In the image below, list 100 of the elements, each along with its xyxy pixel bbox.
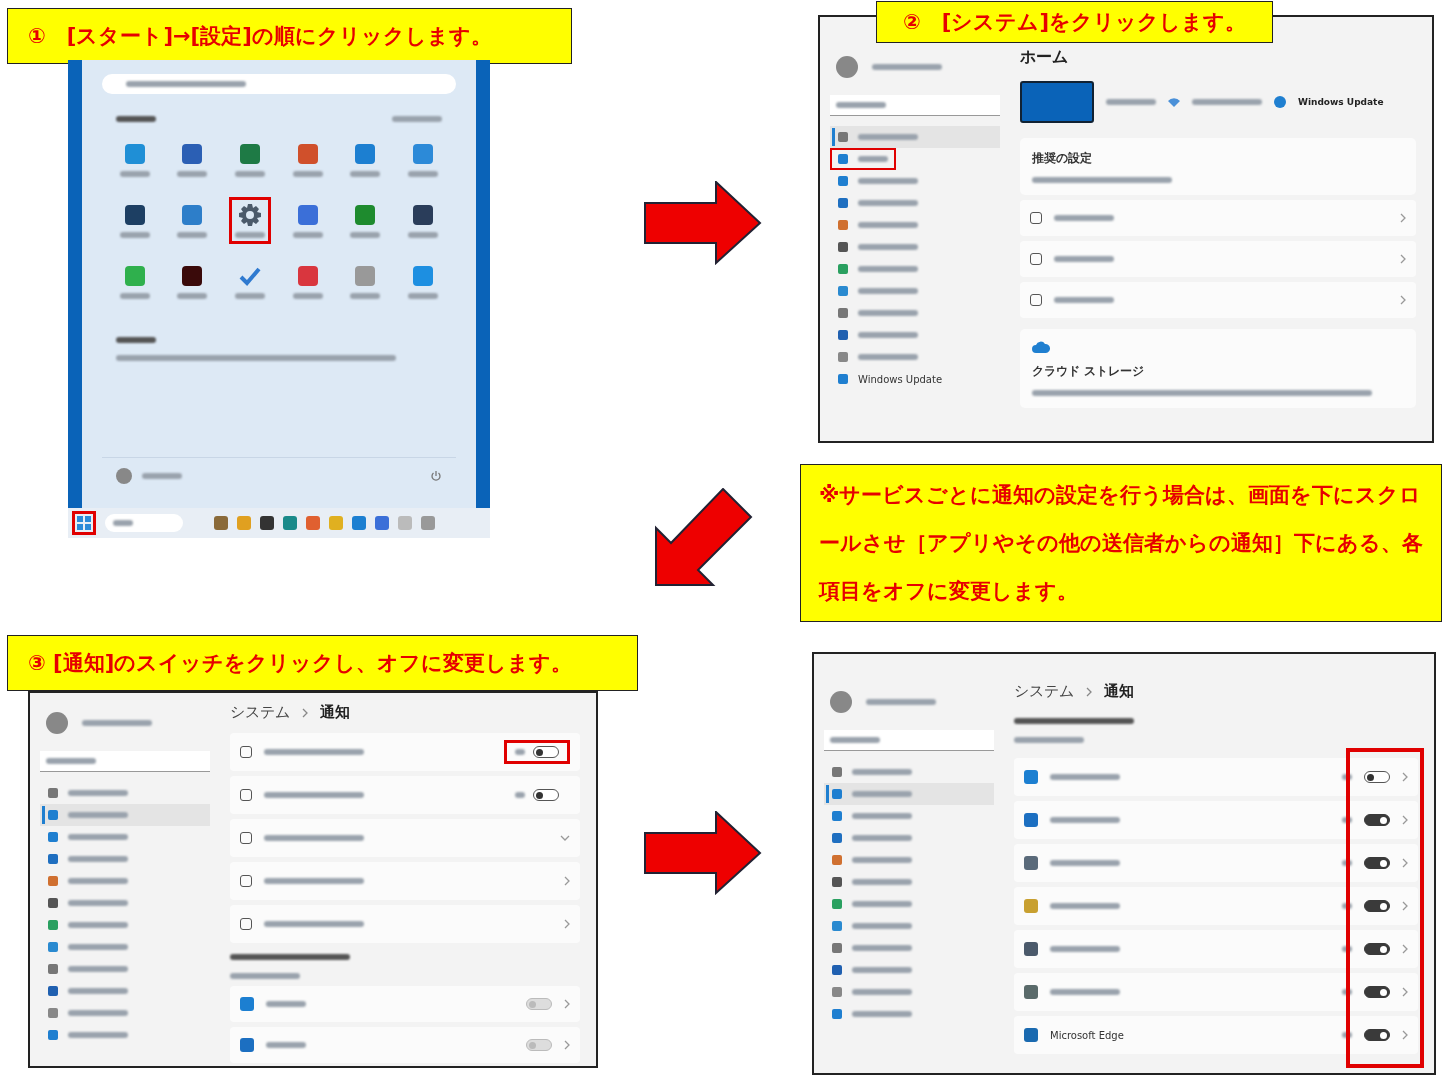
page-title: ホーム (1020, 47, 1069, 68)
settings-row[interactable] (230, 905, 580, 943)
blurred-text (350, 232, 381, 238)
breadcrumb-link[interactable]: システム (230, 703, 290, 722)
sidebar-item[interactable] (830, 148, 896, 170)
taskbar-app-icon[interactable] (260, 516, 274, 530)
settings-row[interactable] (230, 819, 580, 857)
app-notification-row[interactable] (1014, 973, 1418, 1011)
toggle-switch[interactable] (1364, 771, 1390, 783)
app-tile[interactable] (229, 197, 272, 244)
search-field[interactable] (824, 730, 994, 751)
chevron-right-icon (564, 1040, 570, 1050)
blurred-text (858, 288, 918, 294)
chevron-right-icon (1086, 686, 1092, 697)
taskbar-app-icon[interactable] (214, 516, 228, 530)
blurred-text (292, 171, 323, 177)
sidebar-item[interactable] (40, 804, 210, 826)
blurred-text (852, 769, 912, 775)
app-notification-row[interactable] (1014, 801, 1418, 839)
blurred-text (68, 922, 128, 928)
step-caption: ② [システム]をクリックします。 (876, 1, 1273, 43)
blurred-text (858, 266, 918, 272)
toggle-switch[interactable] (1364, 1029, 1390, 1041)
blurred-text (292, 232, 323, 238)
avatar-icon (116, 468, 132, 484)
windows-update-label[interactable]: Windows Update (1298, 97, 1384, 107)
search-field[interactable] (105, 514, 183, 532)
taskbar-app-icon[interactable] (352, 516, 366, 530)
avatar-icon (836, 56, 858, 78)
blurred-text (68, 834, 128, 840)
app-notification-row[interactable] (1014, 758, 1418, 796)
chevron-right-icon (1402, 944, 1408, 954)
toggle-switch[interactable] (1364, 943, 1390, 955)
sidebar-item[interactable] (824, 783, 994, 805)
toggle-switch[interactable] (504, 740, 570, 764)
breadcrumb-link[interactable]: システム (1014, 682, 1074, 701)
blurred-text (68, 944, 128, 950)
blurred-text (392, 116, 442, 122)
search-field[interactable] (102, 74, 456, 94)
app-notification-row[interactable] (1014, 887, 1418, 925)
blurred-text (116, 116, 156, 122)
blurred-text (852, 857, 912, 863)
toggle-switch[interactable] (1364, 857, 1390, 869)
power-icon[interactable] (430, 470, 442, 482)
sidebar-item[interactable]: Windows Update (830, 368, 1000, 390)
start-button[interactable] (72, 511, 96, 535)
settings-row[interactable] (230, 733, 580, 771)
chevron-down-icon[interactable] (560, 835, 570, 841)
step-caption: ③ [通知]のスイッチをクリックし、オフに変更します。 (7, 635, 638, 691)
blurred-text (68, 900, 128, 906)
blurred-text (408, 293, 439, 299)
blurred-text (177, 293, 208, 299)
search-field[interactable] (40, 751, 210, 772)
blurred-text (852, 945, 912, 951)
blurred-text (852, 989, 912, 995)
blurred-text (858, 134, 918, 140)
blurred-text (858, 156, 888, 162)
blurred-text (852, 1011, 912, 1017)
wifi-icon (1168, 97, 1180, 107)
taskbar-app-icon[interactable] (283, 516, 297, 530)
blurred-text (866, 699, 936, 705)
cloud-icon (1032, 341, 1050, 353)
app-notification-row[interactable] (1014, 930, 1418, 968)
blurred-text (119, 232, 150, 238)
app-notification-row[interactable]: Microsoft Edge (1014, 1016, 1418, 1054)
blurred-text (119, 171, 150, 177)
chevron-right-icon[interactable] (564, 919, 570, 929)
blurred-text (68, 812, 128, 818)
chevron-right-icon (1402, 901, 1408, 911)
settings-row[interactable] (230, 862, 580, 900)
blurred-text (68, 878, 128, 884)
blurred-text (235, 171, 266, 177)
blurred-text (852, 813, 912, 819)
chevron-right-icon (564, 999, 570, 1009)
chevron-right-icon (1402, 772, 1408, 782)
blurred-text (858, 310, 918, 316)
note-text: ※サービスごとに通知の設定を行う場合は、画面を下にスクロールさせ［アプリやその他の送信者からの通知］下にある、各項目をオフに変更します。 (800, 464, 1442, 622)
page-title: 通知 (320, 703, 350, 722)
chevron-right-icon (1400, 213, 1406, 223)
toggle-switch[interactable] (1364, 814, 1390, 826)
taskbar-app-icon[interactable] (375, 516, 389, 530)
blurred-text (872, 64, 942, 70)
toggle-switch[interactable] (1364, 986, 1390, 998)
blurred-text (1106, 99, 1156, 105)
toggle-switch[interactable] (1364, 900, 1390, 912)
step-caption: ① [スタート]→[設定]の順にクリックします。 (7, 8, 572, 64)
blurred-text (858, 200, 918, 206)
page-title: 通知 (1104, 682, 1134, 701)
right-arrow-icon (643, 810, 762, 895)
chevron-right-icon (302, 707, 308, 718)
chevron-right-icon[interactable] (564, 876, 570, 886)
blurred-text (350, 171, 381, 177)
app-notification-row[interactable] (1014, 844, 1418, 882)
search-field[interactable] (830, 95, 1000, 116)
blurred-text (68, 856, 128, 862)
blurred-text (858, 178, 918, 184)
blurred-text (235, 232, 266, 238)
card-title: 推奨の設定 (1032, 150, 1093, 167)
blurred-text (852, 835, 912, 841)
sidebar-item[interactable] (830, 126, 1000, 148)
